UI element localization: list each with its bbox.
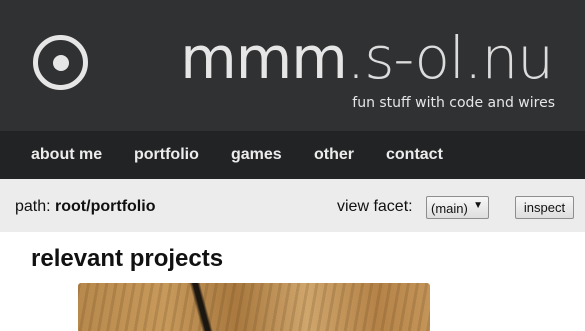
circle-dot-icon[interactable]	[33, 35, 88, 90]
nav-item-games[interactable]: games	[231, 131, 282, 179]
site-title-rest: .s-ol.nu	[346, 24, 554, 92]
main-nav: about me portfolio games other contact	[0, 131, 585, 179]
nav-item-about-me[interactable]: about me	[31, 131, 102, 179]
path-bar: path: root/portfolio view facet:	[0, 179, 585, 232]
breadcrumb-current[interactable]: portfolio	[91, 198, 156, 215]
nav-item-contact[interactable]: contact	[386, 131, 443, 179]
breadcrumb-root[interactable]: root	[55, 198, 86, 215]
site-tagline: fun stuff with code and wires	[352, 95, 555, 111]
section-title: relevant projects	[31, 245, 224, 272]
chevron-down-icon: ▼	[473, 200, 483, 211]
logo-dot	[52, 54, 69, 71]
nav-item-portfolio[interactable]: portfolio	[134, 131, 199, 179]
nav-item-other[interactable]: other	[314, 131, 354, 179]
site-title[interactable]: mmm.s-ol.nu	[180, 22, 554, 94]
facet-select[interactable]: (main) ▼	[426, 196, 489, 219]
project-thumbnail[interactable]	[78, 283, 430, 331]
facet-label: view facet:	[337, 198, 413, 215]
path-prefix: path:	[15, 198, 56, 215]
breadcrumb: path: root/portfolio	[15, 198, 155, 216]
inspect-button[interactable]: inspect	[515, 196, 574, 219]
site-header: mmm.s-ol.nu fun stuff with code and wire…	[0, 0, 585, 131]
facet-select-value: (main)	[431, 201, 468, 216]
site-title-main: mmm	[180, 24, 347, 92]
